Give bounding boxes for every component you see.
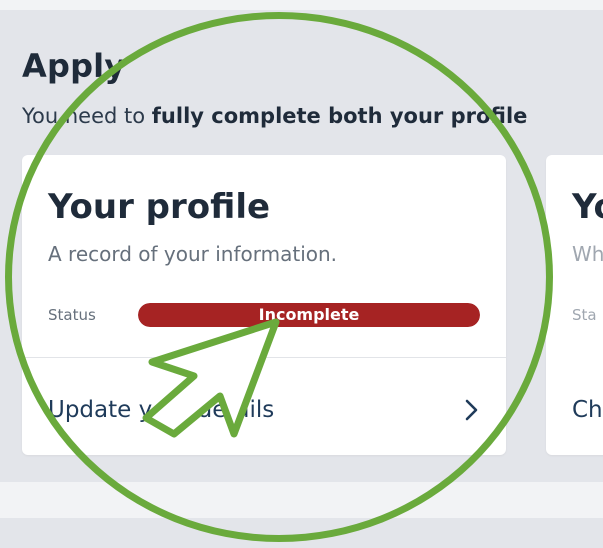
second-card-action-link[interactable]: Ch xyxy=(572,396,603,424)
second-card-title: Yo xyxy=(572,187,603,227)
update-details-link[interactable]: Update your details xyxy=(22,358,506,455)
status-label: Status xyxy=(48,306,96,324)
footer-band-grey xyxy=(0,518,603,548)
subtitle-bold: fully complete both your profile xyxy=(151,104,528,128)
status-progress-bar: Incomplete xyxy=(138,303,480,327)
profile-card-description: A record of your information. xyxy=(48,242,338,266)
status-badge: Incomplete xyxy=(258,305,360,324)
second-card-status-label: Sta xyxy=(572,306,597,324)
update-details-label: Update your details xyxy=(48,397,275,423)
status-row: Status Incomplete xyxy=(48,303,480,327)
profile-card: Your profile A record of your informatio… xyxy=(22,155,506,455)
chevron-right-icon xyxy=(462,396,482,424)
second-card: Yo Wh Sta Ch xyxy=(546,155,603,455)
top-strip xyxy=(0,0,603,10)
section-subtitle: You need to fully complete both your pro… xyxy=(22,102,527,130)
profile-card-title: Your profile xyxy=(48,187,271,227)
footer-band-light xyxy=(0,482,603,518)
section-title: Apply xyxy=(22,47,126,85)
subtitle-prefix: You need to xyxy=(22,104,152,128)
second-card-description: Wh xyxy=(572,242,603,266)
